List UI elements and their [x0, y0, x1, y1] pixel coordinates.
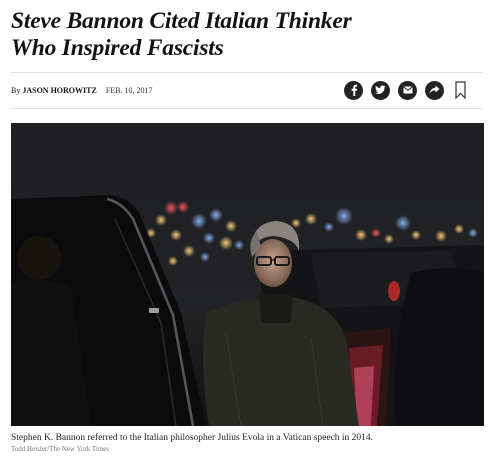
bookmark-icon	[454, 81, 466, 99]
divider-bottom	[11, 108, 483, 109]
divider-top	[11, 72, 483, 73]
twitter-icon	[375, 85, 386, 94]
headline-line-1: Steve Bannon Cited Italian Thinker	[11, 8, 352, 34]
headline: Steve Bannon Cited Italian Thinker Who I…	[11, 8, 491, 62]
twitter-share-button[interactable]	[371, 80, 390, 100]
share-arrow-icon	[429, 85, 440, 94]
publish-date: FEB. 10, 2017	[105, 86, 153, 95]
facebook-share-button[interactable]	[344, 80, 363, 100]
share-toolbar	[344, 80, 466, 100]
headline-line-2: Who Inspired Fascists	[11, 35, 224, 61]
photo-credit: Todd Heisler/The New York Times	[11, 445, 110, 453]
photo-caption: Stephen K. Bannon referred to the Italia…	[11, 433, 374, 443]
email-share-button[interactable]	[398, 80, 417, 100]
author-link[interactable]: JASON HOROWITZ	[22, 86, 96, 95]
save-bookmark-button[interactable]	[454, 81, 466, 100]
more-share-button[interactable]	[425, 80, 444, 100]
email-icon	[402, 86, 413, 94]
article-photo	[11, 123, 484, 426]
facebook-icon	[351, 84, 357, 96]
byline-prefix: By	[11, 86, 21, 95]
byline: By JASON HOROWITZ FEB. 10, 2017	[11, 84, 152, 98]
